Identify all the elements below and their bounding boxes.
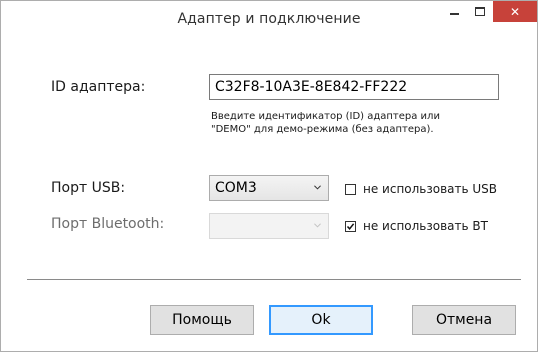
checkmark-icon [346,222,355,230]
close-icon: ✕ [509,4,521,19]
usb-port-select[interactable]: COM3 [209,175,329,201]
bluetooth-disable-label: не использовать BT [363,219,488,233]
usb-disable-checkbox[interactable] [345,183,356,195]
maximize-icon [475,7,485,16]
usb-port-value: COM3 [215,180,257,196]
chevron-down-icon [314,223,321,228]
dialog-window: Адаптер и подключение ✕ ID адаптера: Вве… [0,0,538,352]
usb-disable-label: не использовать USB [363,182,498,196]
chevron-down-icon [314,185,321,190]
cancel-button[interactable]: Отмена [412,305,516,335]
minimize-icon [449,12,459,15]
adapter-id-hint: Введите идентификатор (ID) адаптера или … [211,110,511,136]
adapter-id-hint-line2: "DEMO" для демо-режима (без адаптера). [211,124,434,135]
footer-separator [27,279,521,280]
bluetooth-disable-option[interactable]: не использовать BT [345,219,488,233]
title-bar[interactable]: Адаптер и подключение ✕ [1,1,537,39]
adapter-id-hint-line1: Введите идентификатор (ID) адаптера или [211,111,440,122]
usb-port-label: Порт USB: [51,180,126,196]
bluetooth-port-select[interactable] [209,213,329,239]
bluetooth-port-label: Порт Bluetooth: [51,216,165,232]
close-button[interactable]: ✕ [493,1,537,22]
minimize-button[interactable] [441,1,467,22]
bluetooth-disable-checkbox[interactable] [345,220,356,232]
maximize-button[interactable] [467,1,493,22]
dialog-content: ID адаптера: Введите идентификатор (ID) … [9,39,529,343]
adapter-id-input[interactable] [209,74,499,100]
adapter-id-label: ID адаптера: [51,79,146,95]
usb-disable-option[interactable]: не использовать USB [345,182,497,196]
help-button[interactable]: Помощь [150,305,254,335]
ok-button[interactable]: Ok [269,305,373,335]
